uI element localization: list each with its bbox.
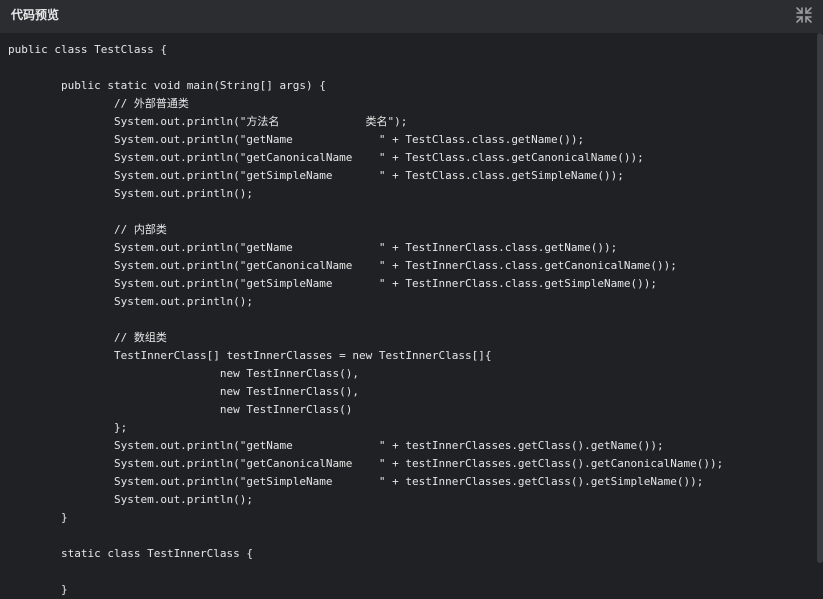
code-line: System.out.println("方法名 类名"); [8, 115, 408, 128]
code-line: TestInnerClass[] testInnerClasses = new … [8, 349, 492, 362]
code-line: System.out.println("getCanonicalName " +… [8, 151, 644, 164]
code-line: static class TestInnerClass { [8, 547, 254, 560]
vertical-scrollbar[interactable] [817, 33, 823, 599]
code-line: } [8, 583, 68, 596]
code-block[interactable]: public class TestClass { public static v… [0, 33, 817, 599]
code-line: }; [8, 421, 128, 434]
code-line: // 内部类 [8, 223, 167, 236]
code-line: System.out.println("getCanonicalName " +… [8, 259, 677, 272]
title-bar: 代码预览 [0, 0, 823, 33]
code-line: // 数组类 [8, 331, 167, 344]
code-preview-window: 代码预览 public class TestClass { public sta… [0, 0, 823, 599]
code-lines: public class TestClass { public static v… [8, 41, 723, 599]
code-line: public static void main(String[] args) { [8, 79, 326, 92]
code-line: System.out.println("getCanonicalName " +… [8, 457, 724, 470]
collapse-button[interactable] [795, 6, 813, 24]
code-line: System.out.println(); [8, 187, 254, 200]
code-line: System.out.println(); [8, 493, 254, 506]
code-line: new TestInnerClass() [8, 403, 353, 416]
code-line: System.out.println("getSimpleName " + Te… [8, 169, 624, 182]
code-line: System.out.println("getSimpleName " + Te… [8, 277, 658, 290]
scrollbar-thumb[interactable] [817, 33, 823, 563]
code-line: System.out.println("getSimpleName " + te… [8, 475, 704, 488]
code-line: new TestInnerClass(), [8, 385, 359, 398]
code-line: System.out.println("getName " + TestInne… [8, 241, 618, 254]
code-line: new TestInnerClass(), [8, 367, 359, 380]
code-line: System.out.println("getName " + TestClas… [8, 133, 585, 146]
window-title: 代码预览 [11, 8, 60, 22]
code-line: System.out.println(); [8, 295, 254, 308]
collapse-arrows-icon [796, 7, 812, 23]
code-line: } [8, 511, 68, 524]
code-line: // 外部普通类 [8, 97, 189, 110]
code-line: System.out.println("getName " + testInne… [8, 439, 664, 452]
code-line: public class TestClass { [8, 43, 167, 56]
